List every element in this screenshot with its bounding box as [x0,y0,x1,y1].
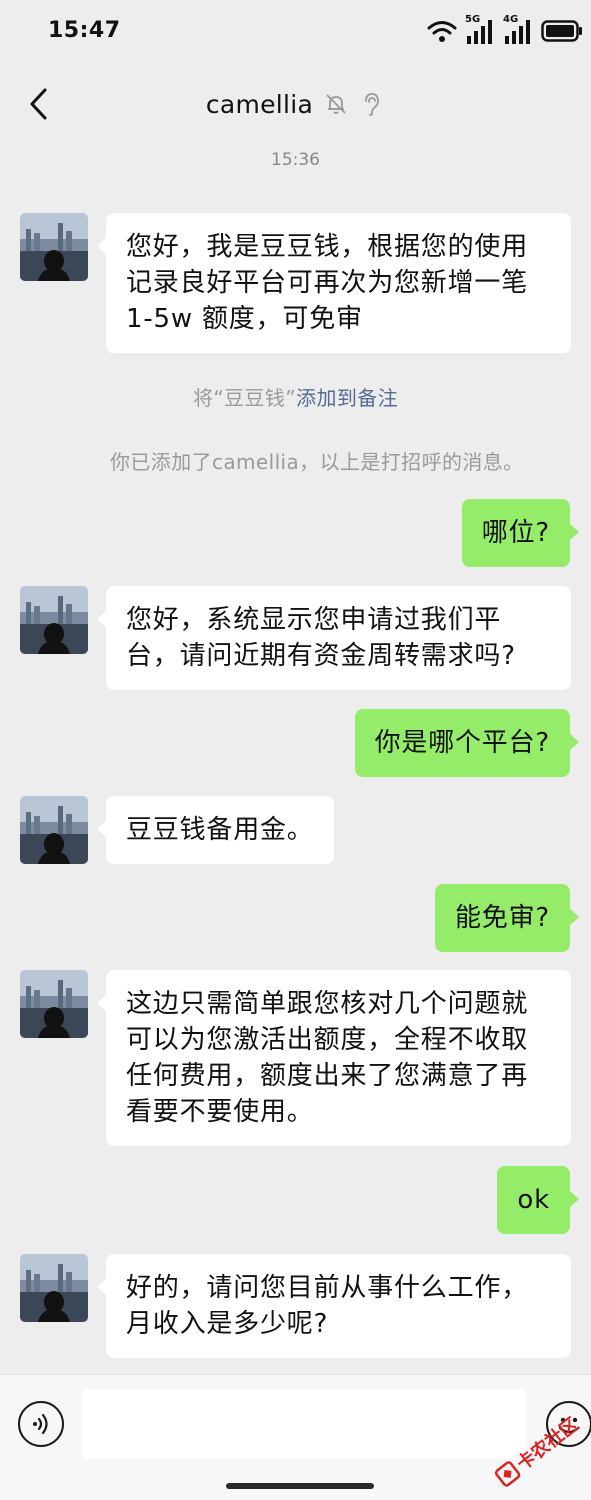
system-note-added: 你已添加了camellia，以上是打招呼的消息。 [110,450,524,474]
message-bubble-incoming[interactable]: 好的，请问您目前从事什么工作， 月收入是多少呢? [97,1254,571,1358]
ear-icon [359,91,385,117]
avatar[interactable] [20,586,88,654]
home-indicator[interactable] [226,1483,374,1489]
message-bubble-outgoing[interactable]: 能免审? [435,884,579,952]
system-note-text: 将“豆豆钱” [192,386,297,410]
voice-icon [33,1413,48,1435]
message-bubble-incoming[interactable]: 豆豆钱备用金。 [97,796,334,864]
battery-icon [541,20,583,42]
signal-4g-icon: 4G [503,14,533,46]
avatar[interactable] [20,970,88,1038]
wifi-icon [427,19,457,43]
message-bubble-incoming[interactable]: 您好，我是豆豆钱，根据您的使用 记录良好平台可再次为您新增一笔 1-5w 额度，… [97,213,571,353]
voice-button[interactable] [18,1401,64,1447]
avatar[interactable] [20,213,88,281]
signal-5g-icon: 5G [465,14,495,46]
message-bubble-outgoing[interactable]: ok [497,1166,579,1234]
chat-header: camellia [0,64,591,144]
system-note-remark: 将“豆豆钱”添加到备注 [0,382,591,411]
message-bubble-incoming[interactable]: 您好，系统显示您申请过我们平 台，请问近期有资金周转需求吗? [97,586,571,690]
message-bubble-outgoing[interactable]: 你是哪个平台? [354,709,580,777]
bell-off-icon [323,91,349,117]
message-bubble-incoming[interactable]: 这边只需简单跟您核对几个问题就 可以为您激活出额度，全程不收取 任何费用，额度出… [97,970,571,1146]
status-bar: 15:47 5G 4G [0,0,591,64]
watermark-text: 卡农社区 [513,1413,583,1475]
message-bubble-outgoing[interactable]: 哪位? [461,499,580,567]
message-input[interactable] [82,1389,526,1459]
avatar[interactable] [20,1254,88,1322]
status-time: 15:47 [48,18,121,43]
add-remark-link[interactable]: 添加到备注 [296,386,398,410]
avatar[interactable] [20,796,88,864]
status-icons: 5G 4G [427,14,583,48]
chat-title: camellia [205,89,314,119]
chat-timestamp: 15:36 [271,150,320,170]
title-group: camellia [0,86,591,122]
